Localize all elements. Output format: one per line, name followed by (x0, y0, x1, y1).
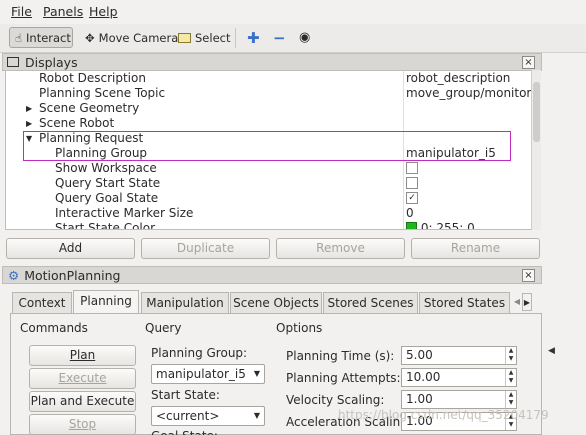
displays-title: Displays (25, 54, 78, 70)
watermark-text: https://blog.csdn.net/qq_35204179 (338, 408, 549, 422)
start-state-label: Start State: (151, 388, 220, 402)
select-label: Select (195, 30, 231, 45)
tree-value: 0; 255; 0 (406, 221, 532, 229)
planning-group-select[interactable]: manipulator_i5 ▼ (151, 364, 265, 384)
velocity-scaling-spinbox[interactable]: 1.00 ▲ ▼ (401, 390, 517, 409)
tab-stored-states[interactable]: Stored States (419, 292, 510, 313)
tab-scene-objects[interactable]: Scene Objects (230, 292, 322, 313)
tree-row[interactable]: Query Goal State ✓ (6, 191, 532, 206)
displays-close-button[interactable]: × (522, 55, 535, 69)
tab-stored-scenes[interactable]: Stored Scenes (323, 292, 418, 313)
tree-row[interactable]: Start State Color 0; 255; 0 (6, 221, 532, 230)
tree-key: Show Workspace (55, 161, 157, 175)
eye-icon[interactable]: ◉ (294, 27, 315, 48)
interact-tool-button[interactable]: ☝ Interact (9, 27, 73, 48)
motionplanning-close-button[interactable]: × (522, 268, 535, 282)
tab-context[interactable]: Context (12, 292, 72, 313)
tree-row[interactable]: ▶ Scene Geometry (6, 101, 532, 116)
expand-arrow-icon[interactable]: ▶ (26, 116, 32, 131)
monitor-icon (7, 57, 19, 67)
select-tool-button[interactable]: Select (173, 27, 235, 48)
planning-attempts-label: Planning Attempts: (286, 371, 401, 385)
show-workspace-checkbox[interactable] (406, 161, 532, 176)
add-display-button[interactable]: Add (6, 238, 135, 259)
planning-attempts-spinbox[interactable]: 10.00 ▲ ▼ (401, 368, 517, 387)
tree-key: Planning Scene Topic (39, 86, 166, 100)
menu-panels[interactable]: Panels (43, 4, 83, 19)
displays-scrollbar[interactable] (531, 70, 541, 230)
planning-time-label: Planning Time (s): (286, 349, 395, 363)
tab-scroll-right-icon[interactable]: ▶ (522, 293, 532, 311)
select-box-icon (178, 32, 191, 43)
stop-button[interactable]: Stop (29, 414, 136, 435)
chevron-down-icon: ▼ (253, 369, 260, 378)
displays-panel-header: Displays × (2, 53, 542, 71)
planning-time-spinbox[interactable]: 5.00 ▲ ▼ (401, 346, 517, 365)
tree-key: Scene Geometry (39, 101, 140, 115)
motionplanning-title: MotionPlanning (24, 267, 121, 283)
query-heading: Query (145, 321, 182, 335)
tab-manipulation[interactable]: Manipulation (141, 292, 229, 313)
interact-label: Interact (26, 30, 71, 45)
options-heading: Options (276, 321, 323, 335)
menu-help[interactable]: Help (89, 4, 118, 19)
tree-row[interactable]: Query Start State (6, 176, 532, 191)
tree-key: Query Start State (55, 176, 161, 190)
goal-state-label: Goal State: (151, 429, 218, 435)
tab-planning[interactable]: Planning (73, 290, 139, 314)
tree-row[interactable]: Robot Description robot_description (6, 71, 532, 86)
displays-tree[interactable]: Robot Description robot_description Plan… (5, 70, 541, 230)
tree-key: Scene Robot (39, 116, 115, 130)
expand-arrow-icon[interactable]: ▶ (26, 101, 32, 116)
dock-collapse-arrow-icon[interactable]: ◀ (548, 346, 555, 356)
query-start-state-checkbox[interactable] (406, 176, 532, 191)
tree-row[interactable]: ▶ Scene Robot (6, 116, 532, 131)
duplicate-display-button[interactable]: Duplicate (141, 238, 270, 259)
velocity-scaling-label: Velocity Scaling: (286, 393, 385, 407)
plan-and-execute-button[interactable]: Plan and Execute (29, 391, 136, 412)
menu-file[interactable]: File (11, 4, 32, 19)
menubar: File Panels Help (0, 0, 586, 24)
highlight-box (23, 131, 511, 161)
remove-display-button[interactable]: Remove (276, 238, 405, 259)
tree-row[interactable]: Planning Scene Topic move_group/monitore… (6, 86, 532, 101)
color-swatch (406, 222, 417, 229)
execute-button[interactable]: Execute (29, 368, 136, 389)
tree-value: robot_description (406, 71, 511, 85)
tree-key: Robot Description (39, 71, 146, 85)
toolbar-separator (235, 28, 236, 48)
commands-heading: Commands (20, 321, 88, 335)
tree-value: move_group/monitore... (406, 86, 532, 100)
add-tool-icon[interactable]: ✚ (242, 27, 265, 48)
planning-group-label: Planning Group: (151, 346, 248, 360)
motionplanning-panel-header: ⚙ MotionPlanning × (2, 266, 542, 284)
camera-icon: ✥ (85, 30, 95, 45)
tree-value: 0 (406, 206, 414, 220)
plan-button[interactable]: Plan (29, 345, 136, 366)
start-state-select[interactable]: <current> ▼ (151, 406, 265, 426)
move-camera-label: Move Camera (98, 30, 179, 45)
spin-arrows-icon[interactable]: ▲ ▼ (505, 347, 516, 364)
rename-display-button[interactable]: Rename (411, 238, 540, 259)
tree-row[interactable]: Interactive Marker Size 0 (6, 206, 532, 221)
hand-icon: ☝ (15, 30, 23, 45)
query-goal-state-checkbox[interactable]: ✓ (406, 191, 532, 206)
tree-key: Interactive Marker Size (55, 206, 194, 220)
scrollbar-thumb[interactable] (533, 82, 540, 142)
plugin-icon: ⚙ (8, 267, 20, 283)
tree-key: Start State Color (55, 221, 156, 230)
chevron-down-icon: ▼ (253, 411, 260, 420)
move-camera-tool-button[interactable]: ✥ Move Camera (80, 27, 183, 48)
tree-key: Query Goal State (55, 191, 159, 205)
remove-tool-icon[interactable]: − (268, 27, 291, 48)
spin-arrows-icon[interactable]: ▲ ▼ (505, 391, 516, 408)
tab-scroll-left-icon[interactable]: ◀ (512, 293, 522, 311)
tree-row[interactable]: Show Workspace (6, 161, 532, 176)
toolbar: ☝ Interact ✥ Move Camera Select ✚ − ◉ (0, 24, 586, 53)
spin-arrows-icon[interactable]: ▲ ▼ (505, 369, 516, 386)
